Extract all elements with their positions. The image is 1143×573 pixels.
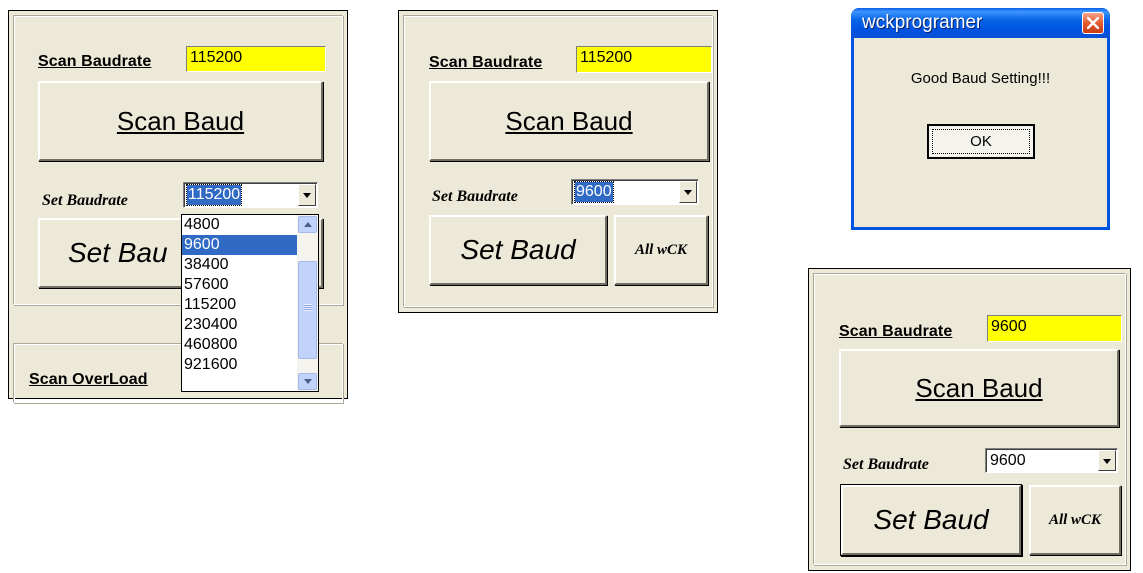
dropdown-scrollbar[interactable] bbox=[297, 215, 318, 391]
dropdown-option[interactable]: 115200 bbox=[182, 295, 297, 315]
set-baud-button-label: Set Bau bbox=[68, 237, 168, 268]
scan-baudrate-field[interactable]: 9600 bbox=[987, 315, 1122, 342]
chevron-down-icon[interactable] bbox=[298, 184, 316, 206]
all-wck-button[interactable]: All wCK bbox=[1029, 485, 1121, 555]
scan-baudrate-field[interactable]: 115200 bbox=[186, 46, 326, 72]
chevron-down-icon[interactable] bbox=[1098, 450, 1116, 471]
baudrate-dropdown-list[interactable]: 4800 9600 38400 57600 115200 230400 460800 9216… bbox=[181, 214, 319, 392]
scrollbar-thumb[interactable] bbox=[298, 261, 317, 359]
set-baudrate-label: Set Baudrate bbox=[843, 456, 929, 473]
dropdown-option[interactable]: 4800 bbox=[182, 215, 297, 235]
dropdown-option[interactable]: 38400 bbox=[182, 255, 297, 275]
set-baudrate-value: 9600 bbox=[574, 181, 614, 203]
chevron-down-icon[interactable] bbox=[679, 181, 697, 203]
dropdown-option[interactable]: 9600 bbox=[182, 235, 297, 255]
dropdown-option[interactable]: 57600 bbox=[182, 275, 297, 295]
scan-baud-button[interactable]: Scan Baud bbox=[38, 81, 323, 161]
scroll-down-arrow-icon[interactable] bbox=[298, 373, 317, 390]
dropdown-options: 4800 9600 38400 57600 115200 230400 460800 9216… bbox=[182, 215, 297, 375]
close-x-icon[interactable] bbox=[1082, 12, 1104, 34]
dialog-body: Good Baud Setting!!! OK bbox=[854, 38, 1107, 227]
dropdown-option[interactable]: 230400 bbox=[182, 315, 297, 335]
all-wck-button[interactable]: All wCK bbox=[614, 215, 708, 285]
scan-baudrate-label: Scan Baudrate bbox=[38, 53, 152, 70]
dropdown-option[interactable]: 921600 bbox=[182, 355, 297, 375]
set-baudrate-combo[interactable]: 9600 bbox=[571, 179, 699, 205]
scan-overload-label: Scan OverLoad bbox=[29, 371, 148, 388]
dropdown-option[interactable]: 460800 bbox=[182, 335, 297, 355]
set-baudrate-value: 9600 bbox=[990, 452, 1026, 469]
scroll-up-arrow-icon[interactable] bbox=[298, 216, 317, 233]
set-baud-button[interactable]: Set Baud bbox=[841, 485, 1021, 555]
baud-panel-2: Scan Baudrate 115200 Scan Baud Set Baudr… bbox=[398, 10, 718, 313]
scan-baud-button[interactable]: Scan Baud bbox=[839, 349, 1119, 427]
dialog-message: Good Baud Setting!!! bbox=[910, 70, 1051, 87]
dialog-titlebar[interactable]: wckprogramer bbox=[851, 8, 1110, 38]
message-dialog: wckprogramer Good Baud Setting!!! OK bbox=[851, 8, 1110, 230]
ok-button-label: OK bbox=[970, 133, 992, 150]
scan-baud-button[interactable]: Scan Baud bbox=[429, 81, 709, 161]
scan-baudrate-field[interactable]: 115200 bbox=[576, 46, 712, 73]
dialog-title: wckprogramer bbox=[862, 12, 983, 33]
set-baud-button[interactable]: Set Baud bbox=[429, 215, 607, 285]
set-baudrate-combo[interactable]: 115200 bbox=[183, 182, 318, 208]
set-baudrate-combo[interactable]: 9600 bbox=[985, 448, 1118, 473]
ok-button[interactable]: OK bbox=[927, 124, 1035, 159]
scan-baudrate-label: Scan Baudrate bbox=[429, 54, 543, 71]
baud-panel-3: Scan Baudrate 9600 Scan Baud Set Baudrat… bbox=[808, 268, 1131, 571]
baud-panel-1: Scan Baudrate 115200 Scan Baud Set Baudr… bbox=[8, 10, 348, 403]
set-baudrate-label: Set Baudrate bbox=[42, 192, 128, 209]
set-baudrate-label: Set Baudrate bbox=[432, 188, 518, 205]
scan-baudrate-label: Scan Baudrate bbox=[839, 323, 953, 340]
set-baudrate-value: 115200 bbox=[185, 184, 243, 206]
